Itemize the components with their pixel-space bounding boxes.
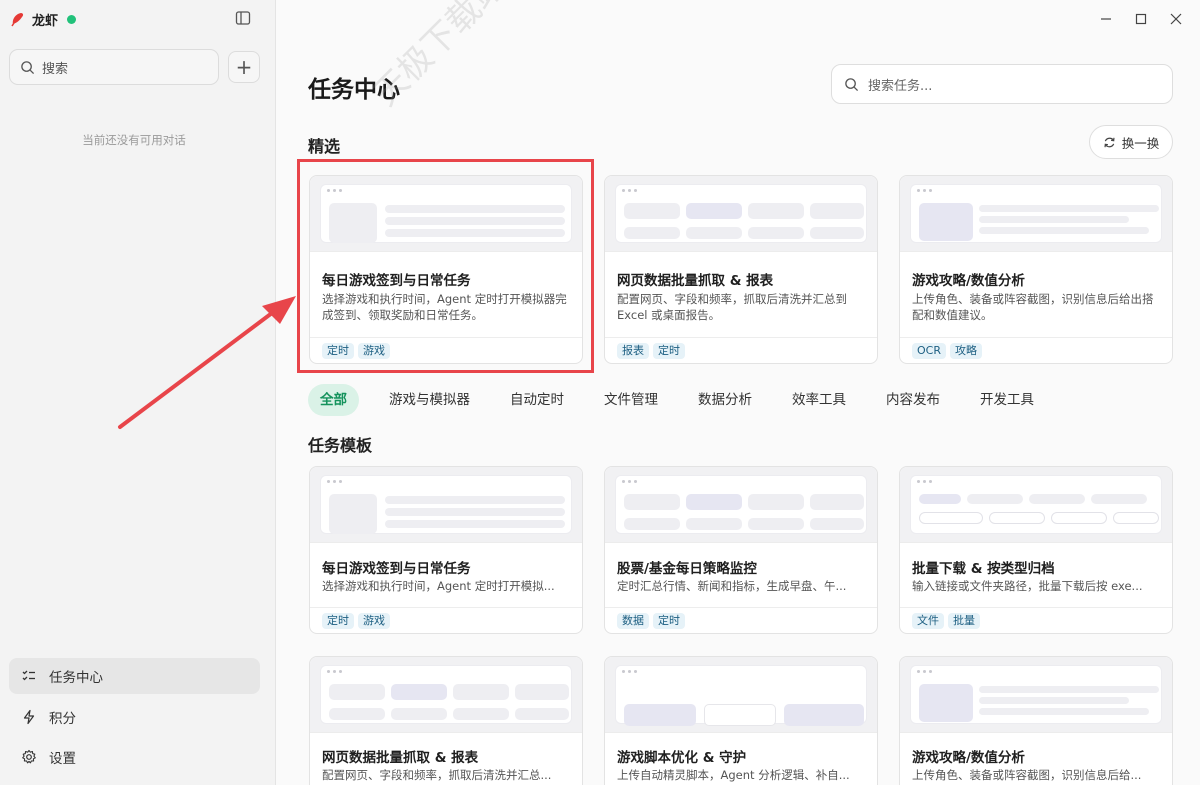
card-tags: 定时 游戏 <box>310 607 582 633</box>
search-icon <box>21 60 35 74</box>
template-card[interactable]: 网页数据批量抓取 & 报表 配置网页、字段和频率，抓取后清洗并汇总... <box>309 656 583 785</box>
watermark: 天极下载站 down.yesky.com <box>360 0 719 115</box>
card-description: 配置网页、字段和频率，抓取后清洗并汇总... <box>322 768 552 782</box>
card-description: 上传角色、装备或阵容截图，识别信息后给... <box>912 768 1142 782</box>
nav-label: 任务中心 <box>49 670 103 686</box>
card-tags: 文件 批量 <box>900 607 1172 633</box>
app-name: 龙虾 <box>32 13 59 29</box>
conversation-search-input[interactable]: 搜索 <box>9 49 219 85</box>
nav-item-points[interactable]: 积分 <box>9 699 260 735</box>
tab-file-management[interactable]: 文件管理 <box>604 384 658 416</box>
card-thumbnail <box>900 657 1172 733</box>
card-description: 上传自动精灵脚本，Agent 分析逻辑、补自... <box>617 768 850 782</box>
card-description: 配置网页、字段和频率，抓取后清洗并汇总到 Excel 或桌面报告。 <box>617 292 847 322</box>
featured-card[interactable]: 每日游戏签到与日常任务 选择游戏和执行时间，Agent 定时打开模拟器完成签到、… <box>309 175 583 364</box>
card-description: 选择游戏和执行时间，Agent 定时打开模拟器完成签到、领取奖励和日常任务。 <box>322 292 567 322</box>
card-title: 游戏攻略/数值分析 <box>912 750 1025 766</box>
tag: 攻略 <box>949 342 982 359</box>
tag: 定时 <box>322 342 354 359</box>
card-thumbnail <box>605 657 877 733</box>
template-card[interactable]: 批量下载 & 按类型归档 输入链接或文件夹路径，批量下载后按 exe... 文件… <box>899 466 1173 634</box>
card-description: 输入链接或文件夹路径，批量下载后按 exe... <box>912 579 1143 593</box>
templates-section-title: 任务模板 <box>308 436 373 455</box>
card-title: 批量下载 & 按类型归档 <box>912 561 1055 577</box>
featured-card[interactable]: 网页数据批量抓取 & 报表 配置网页、字段和频率，抓取后清洗并汇总到 Excel… <box>604 175 878 364</box>
tag: OCR <box>912 342 946 359</box>
tab-data-analysis[interactable]: 数据分析 <box>698 384 752 416</box>
tag: 游戏 <box>358 342 390 359</box>
refresh-icon <box>1104 137 1115 147</box>
page-title: 任务中心 <box>308 77 400 103</box>
card-thumbnail <box>605 467 877 543</box>
card-tags: 数据 定时 <box>605 607 877 633</box>
app-brand: 龙虾 <box>10 8 77 30</box>
new-conversation-button[interactable]: + <box>228 51 260 83</box>
tag: 数据 <box>617 612 649 629</box>
card-description: 定时汇总行情、新闻和指标，生成早盘、午... <box>617 579 847 593</box>
nav-item-settings[interactable]: 设置 <box>9 739 260 775</box>
card-title: 网页数据批量抓取 & 报表 <box>322 750 479 766</box>
card-description: 上传角色、装备或阵容截图，识别信息后给出搭配和数值建议。 <box>912 292 1154 322</box>
tag: 文件 <box>912 612 944 629</box>
tag: 定时 <box>322 612 354 629</box>
card-description: 选择游戏和执行时间，Agent 定时打开模拟... <box>322 579 555 593</box>
minimize-icon[interactable] <box>1097 10 1115 28</box>
tag: 报表 <box>617 342 649 359</box>
card-thumbnail <box>310 657 582 733</box>
featured-section-title: 精选 <box>308 137 341 156</box>
maximize-icon[interactable] <box>1132 10 1150 28</box>
sidebar: 龙虾 搜索 + 当前还没有可用对话 任务中心 积分 设置 <box>0 0 276 785</box>
card-title: 游戏攻略/数值分析 <box>912 273 1025 289</box>
nav-label: 积分 <box>49 711 76 727</box>
tab-games-emulators[interactable]: 游戏与模拟器 <box>389 384 470 416</box>
sidebar-toggle-icon[interactable] <box>234 9 252 27</box>
featured-card[interactable]: 游戏攻略/数值分析 上传角色、装备或阵容截图，识别信息后给出搭配和数值建议。 O… <box>899 175 1173 364</box>
empty-conversations-text: 当前还没有可用对话 <box>82 133 186 147</box>
card-thumbnail <box>310 467 582 543</box>
template-card[interactable]: 每日游戏签到与日常任务 选择游戏和执行时间，Agent 定时打开模拟... 定时… <box>309 466 583 634</box>
checklist-icon <box>22 670 35 681</box>
card-thumbnail <box>900 467 1172 543</box>
tag: 定时 <box>653 612 685 629</box>
tab-dev-tools[interactable]: 开发工具 <box>980 384 1034 416</box>
task-search-input[interactable]: 搜索任务... <box>831 64 1173 104</box>
card-title: 网页数据批量抓取 & 报表 <box>617 273 774 289</box>
gear-icon <box>22 749 36 764</box>
card-tags: 报表 定时 <box>605 337 877 363</box>
card-tags: OCR 攻略 <box>900 337 1172 363</box>
card-title: 股票/基金每日策略监控 <box>617 561 757 577</box>
nav-item-task-center[interactable]: 任务中心 <box>9 658 260 694</box>
card-title: 游戏脚本优化 & 守护 <box>617 750 747 766</box>
tab-auto-schedule[interactable]: 自动定时 <box>510 384 564 416</box>
close-icon[interactable] <box>1167 10 1185 28</box>
card-thumbnail <box>900 176 1172 252</box>
refresh-label: 换一换 <box>1121 135 1160 151</box>
nav-label: 设置 <box>49 751 76 767</box>
card-thumbnail <box>310 176 582 252</box>
lobster-logo-icon <box>11 13 24 27</box>
tag: 游戏 <box>358 612 390 629</box>
tag: 定时 <box>653 342 685 359</box>
card-title: 每日游戏签到与日常任务 <box>322 273 471 289</box>
search-placeholder: 搜索 <box>42 61 69 77</box>
card-tags: 定时 游戏 <box>310 337 582 363</box>
card-thumbnail <box>605 176 877 252</box>
template-card[interactable]: 游戏脚本优化 & 守护 上传自动精灵脚本，Agent 分析逻辑、补自... <box>604 656 878 785</box>
refresh-button[interactable]: 换一换 <box>1089 125 1173 159</box>
status-indicator <box>67 14 77 24</box>
tab-content-publishing[interactable]: 内容发布 <box>886 384 940 416</box>
category-tabs: 全部 游戏与模拟器 自动定时 文件管理 数据分析 效率工具 内容发布 开发工具 <box>308 384 1034 416</box>
tab-productivity[interactable]: 效率工具 <box>792 384 846 416</box>
search-icon <box>845 77 859 91</box>
card-title: 每日游戏签到与日常任务 <box>322 561 471 577</box>
lightning-icon <box>23 709 35 725</box>
tab-all[interactable]: 全部 <box>308 384 359 416</box>
template-card[interactable]: 游戏攻略/数值分析 上传角色、装备或阵容截图，识别信息后给... <box>899 656 1173 785</box>
task-search-placeholder: 搜索任务... <box>868 78 933 94</box>
template-card[interactable]: 股票/基金每日策略监控 定时汇总行情、新闻和指标，生成早盘、午... 数据 定时 <box>604 466 878 634</box>
tag: 批量 <box>948 612 980 629</box>
